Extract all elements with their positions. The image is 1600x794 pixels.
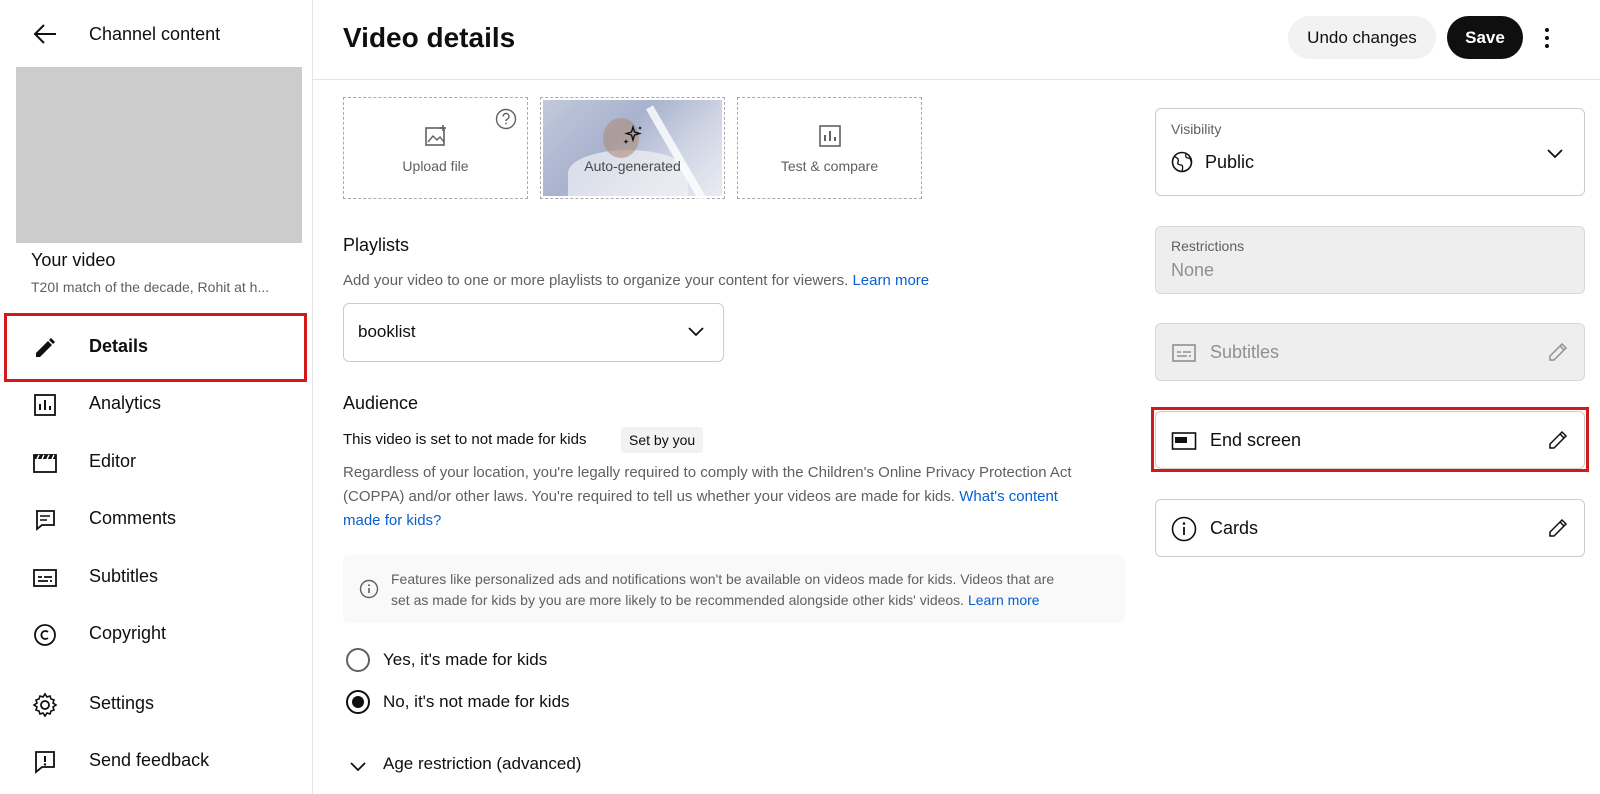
sidebar-title: Channel content (89, 24, 221, 44)
editor-clapper-icon (32, 450, 58, 476)
sidebar-item-label: Subtitles (89, 566, 159, 586)
visibility-value: Public (1205, 152, 1255, 172)
end-screen-label: End screen (1210, 430, 1302, 450)
restrictions-field: Restrictions None (1155, 226, 1585, 294)
sidebar-item-label: Analytics (89, 393, 162, 413)
auto-generated-option[interactable]: Auto-generated (540, 97, 725, 205)
video-thumbnail[interactable] (16, 67, 302, 243)
sidebar-item-label: Details (89, 336, 149, 356)
info-line2-row: set as made for kids by you are more lik… (391, 590, 1111, 611)
made-for-kids-yes-label[interactable]: Yes, it's made for kids (383, 650, 547, 670)
playlists-learn-more-link[interactable]: Learn more (852, 272, 929, 289)
chevron-down-icon (349, 760, 367, 778)
made-for-kids-no-radio[interactable] (346, 690, 370, 714)
sidebar-item-settings[interactable]: Settings (0, 676, 313, 732)
playlists-help-text: Add your video to one or more playlists … (343, 272, 849, 289)
more-options-icon[interactable] (1535, 22, 1559, 54)
chevron-down-icon (1546, 147, 1564, 165)
compare-chart-icon (818, 124, 842, 153)
analytics-icon (32, 392, 58, 418)
audience-title: Audience (343, 393, 419, 413)
age-restriction-label: Age restriction (advanced) (383, 754, 582, 773)
upload-image-icon (424, 124, 448, 153)
page-title: Video details (343, 22, 516, 53)
sidebar-item-comments[interactable]: Comments (0, 491, 313, 547)
info-line2: set as made for kids by you are more lik… (391, 592, 965, 608)
visibility-dropdown[interactable]: Visibility Public (1155, 108, 1585, 196)
sidebar-header: Channel content (0, 14, 313, 54)
undo-changes-button[interactable]: Undo changes (1288, 16, 1436, 59)
playlist-selected-value: booklist (358, 322, 416, 341)
sidebar-item-send-feedback[interactable]: Send feedback (0, 733, 313, 789)
help-icon[interactable] (495, 108, 517, 135)
visibility-label: Visibility (1171, 121, 1222, 137)
sidebar-item-label: Send feedback (89, 750, 210, 770)
playlists-title: Playlists (343, 235, 410, 255)
upload-file-option[interactable]: Upload file (343, 97, 528, 199)
made-for-kids-yes-radio[interactable] (346, 648, 370, 672)
gear-icon (32, 692, 58, 718)
subtitles-field[interactable]: Subtitles (1155, 323, 1585, 381)
set-by-you-badge: Set by you (621, 427, 704, 453)
globe-icon (1171, 151, 1193, 173)
subtitles-icon (32, 565, 58, 591)
made-for-kids-info-box: Features like personalized ads and notif… (343, 555, 1125, 623)
test-compare-option[interactable]: Test & compare (737, 97, 922, 199)
info-learn-more-link[interactable]: Learn more (968, 592, 1040, 608)
restrictions-value: None (1171, 260, 1215, 280)
playlists-help: Add your video to one or more playlists … (343, 269, 929, 293)
pencil-icon (32, 335, 58, 361)
sidebar-item-subtitles[interactable]: Subtitles (0, 549, 313, 605)
info-circle-icon (1171, 516, 1197, 542)
made-for-kids-link-continued[interactable]: made for kids? (343, 509, 1133, 533)
restrictions-label: Restrictions (1171, 238, 1245, 254)
sidebar-item-label: Copyright (89, 623, 167, 643)
cards-field[interactable]: Cards (1155, 499, 1585, 557)
end-screen-field[interactable]: End screen (1155, 411, 1585, 469)
audience-help: Regardless of your location, you're lega… (343, 461, 1133, 533)
sidebar-item-copyright[interactable]: Copyright (0, 606, 313, 662)
age-restriction-toggle[interactable]: Age restriction (advanced) (343, 752, 643, 782)
made-for-kids-no-label[interactable]: No, it's not made for kids (383, 692, 570, 712)
your-video-label: Your video (31, 250, 116, 270)
audience-status: This video is set to not made for kids (343, 431, 587, 448)
audience-help-line2-row: (COPPA) and/or other laws. You're requir… (343, 485, 1133, 509)
auto-generated-label: Auto-generated (584, 158, 681, 174)
test-compare-label: Test & compare (780, 158, 879, 174)
sidebar: Channel content Your video T20I match of… (0, 0, 313, 794)
subtitles-label: Subtitles (1210, 342, 1280, 362)
sidebar-item-label: Editor (89, 451, 137, 471)
subtitles-icon (1171, 342, 1197, 364)
comments-icon (32, 507, 58, 533)
feedback-icon (32, 749, 58, 775)
audience-help-line2: (COPPA) and/or other laws. You're requir… (343, 488, 956, 505)
info-line1: Features like personalized ads and notif… (391, 571, 1055, 587)
upload-file-label: Upload file (402, 158, 469, 174)
chevron-down-icon (687, 325, 705, 343)
edit-cards-pencil-icon[interactable] (1546, 516, 1570, 545)
main-header: Video details Undo changes Save (313, 0, 1600, 80)
audience-help-line1: Regardless of your location, you're lega… (343, 464, 1072, 481)
back-arrow-icon[interactable] (30, 20, 60, 48)
sidebar-item-details[interactable]: Details (0, 319, 313, 375)
copyright-icon (32, 622, 58, 648)
edit-end-screen-pencil-icon[interactable] (1546, 428, 1570, 457)
sparkle-icon (621, 124, 645, 153)
sidebar-item-editor[interactable]: Editor (0, 434, 313, 490)
end-screen-icon (1171, 431, 1197, 451)
cards-label: Cards (1210, 518, 1259, 538)
info-icon (359, 579, 379, 604)
save-button[interactable]: Save (1447, 16, 1523, 59)
edit-subtitles-pencil-icon[interactable] (1546, 340, 1570, 369)
made-for-kids-link[interactable]: What's content (959, 488, 1058, 505)
info-text: Features like personalized ads and notif… (391, 569, 1111, 611)
sidebar-item-label: Settings (89, 693, 155, 713)
sidebar-item-analytics[interactable]: Analytics (0, 376, 313, 432)
playlist-dropdown[interactable]: booklist (343, 303, 724, 362)
video-title: T20I match of the decade, Rohit at h... (31, 279, 270, 295)
sidebar-item-label: Comments (89, 508, 177, 528)
